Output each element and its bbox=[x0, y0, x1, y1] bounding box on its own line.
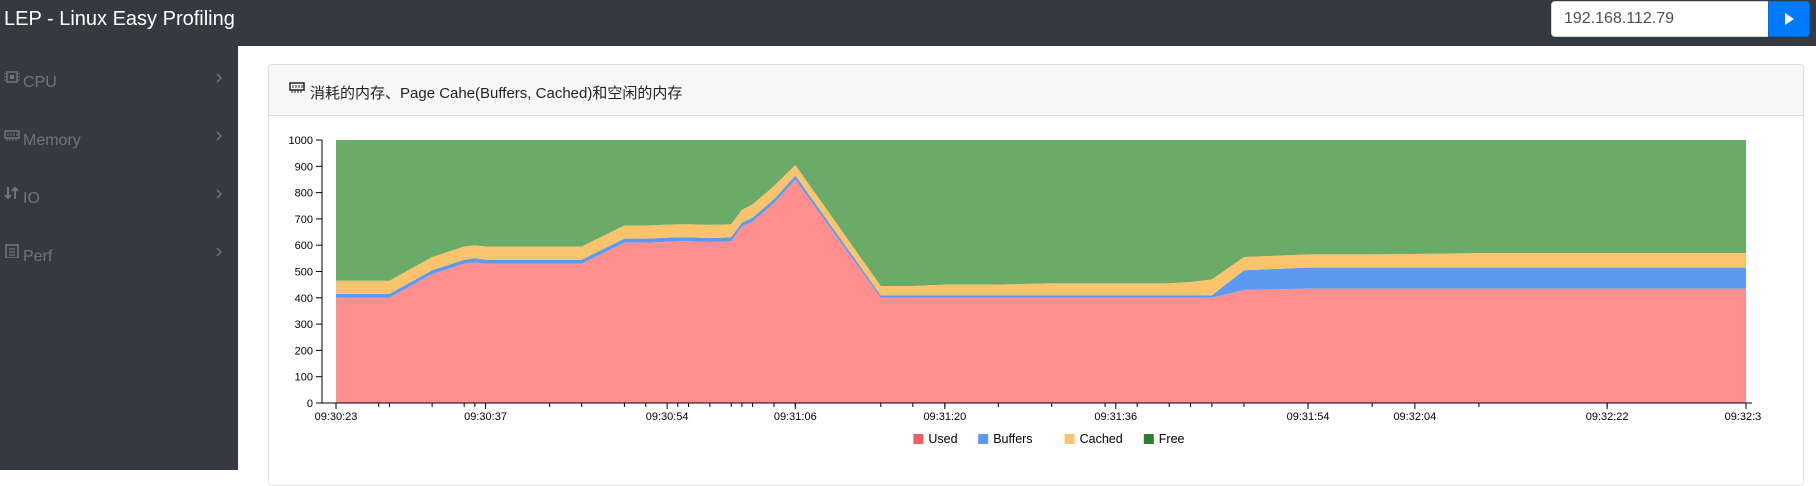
app-title[interactable]: LEP - Linux Easy Profiling bbox=[4, 8, 235, 31]
sidebar-item-memory[interactable]: Memory bbox=[0, 122, 238, 166]
chevron-right-icon bbox=[216, 189, 223, 199]
legend-label-free: Free bbox=[1159, 432, 1185, 446]
y-tick-label: 600 bbox=[295, 240, 313, 252]
y-tick-label: 1000 bbox=[289, 135, 313, 147]
sidebar-item-perf[interactable]: Perf bbox=[0, 238, 238, 282]
server-address-input[interactable] bbox=[1551, 1, 1768, 37]
y-tick-label: 200 bbox=[295, 345, 313, 357]
chevron-right-icon bbox=[216, 247, 223, 257]
sidebar-item-cpu[interactable]: CPU bbox=[0, 64, 238, 108]
y-tick-label: 300 bbox=[295, 319, 313, 331]
y-tick-label: 400 bbox=[295, 293, 313, 305]
chip-icon bbox=[4, 71, 20, 83]
x-tick-label: 09:32:04 bbox=[1393, 411, 1436, 423]
x-tick-label: 09:30:23 bbox=[315, 411, 358, 423]
sidebar-item-label: IO bbox=[23, 190, 40, 207]
report-icon bbox=[5, 244, 19, 258]
card-title: 消耗的内存、Page Cahe(Buffers, Cached)和空闲的内存 bbox=[310, 85, 683, 102]
legend-swatch-used bbox=[913, 434, 924, 444]
x-tick-label: 09:30:37 bbox=[464, 411, 507, 423]
memory-icon bbox=[289, 82, 305, 93]
memory-stacked-area-chart: 0 100 200 300 400 500 600 700 800 900 1000 09:30:23… bbox=[289, 135, 1762, 446]
memory-icon bbox=[4, 130, 20, 141]
legend-label-used: Used bbox=[928, 432, 957, 446]
y-tick-label: 0 bbox=[307, 398, 313, 410]
legend-swatch-cached bbox=[1064, 434, 1075, 444]
play-icon bbox=[1785, 13, 1794, 25]
y-tick-label: 800 bbox=[295, 188, 313, 200]
card-header: 消耗的内存、Page Cahe(Buffers, Cached)和空闲的内存 bbox=[269, 65, 1803, 116]
x-tick-label: 09:31:06 bbox=[774, 411, 817, 423]
top-navbar: LEP - Linux Easy Profiling bbox=[0, 0, 1816, 46]
x-tick-label: 09:31:20 bbox=[923, 411, 966, 423]
x-tick-label: 09:32:22 bbox=[1586, 411, 1629, 423]
legend-label-buffers: Buffers bbox=[993, 432, 1032, 446]
y-tick-label: 500 bbox=[295, 267, 313, 279]
y-tick-label: 700 bbox=[295, 214, 313, 226]
legend-swatch-buffers bbox=[978, 434, 989, 444]
x-tick-label: 09:30:54 bbox=[646, 411, 689, 423]
legend-label-cached: Cached bbox=[1080, 432, 1123, 446]
transfer-icon bbox=[4, 186, 19, 200]
sidebar: CPU Memory IO Perf bbox=[0, 46, 238, 470]
sidebar-item-label: Memory bbox=[23, 132, 81, 149]
x-tick-label: 09:31:54 bbox=[1287, 411, 1330, 423]
y-tick-label: 100 bbox=[295, 372, 313, 384]
legend-swatch-free bbox=[1143, 434, 1154, 444]
sidebar-item-label: Perf bbox=[23, 248, 53, 265]
y-tick-label: 900 bbox=[295, 161, 313, 173]
connect-button[interactable] bbox=[1768, 1, 1810, 37]
x-tick-label: 09:32:35 bbox=[1725, 411, 1762, 423]
chevron-right-icon bbox=[216, 131, 223, 141]
sidebar-item-label: CPU bbox=[23, 74, 57, 91]
sidebar-item-io[interactable]: IO bbox=[0, 180, 238, 224]
chevron-right-icon bbox=[216, 73, 223, 83]
x-tick-label: 09:31:36 bbox=[1094, 411, 1137, 423]
